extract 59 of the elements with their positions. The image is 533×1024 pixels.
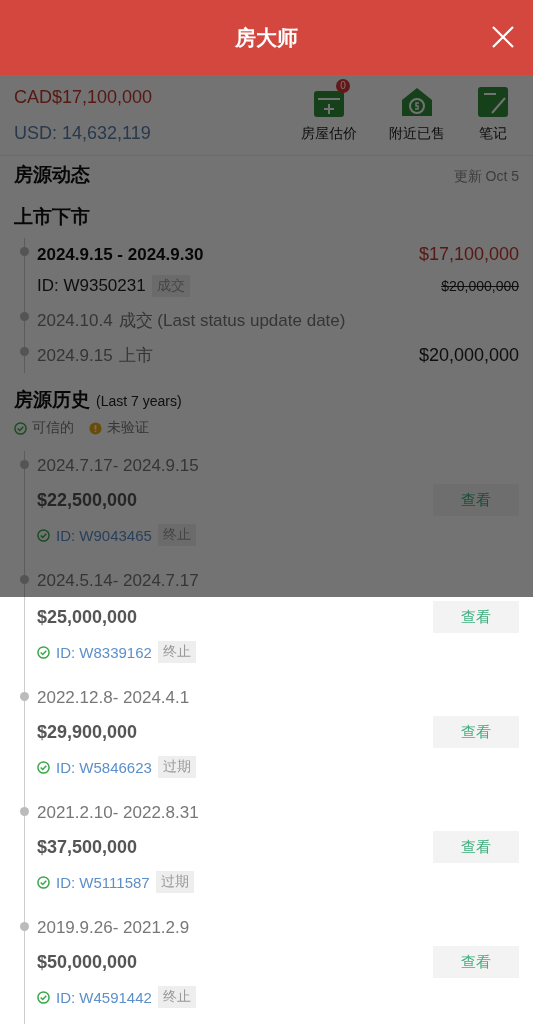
- timeline-dot: [20, 347, 29, 356]
- listing-id-link[interactable]: ID: W5111587: [56, 873, 150, 891]
- timeline-dot: [20, 460, 29, 469]
- status-tag: 过期: [157, 756, 196, 778]
- note-pencil-icon: [476, 85, 510, 119]
- section-title: 房源动态: [14, 163, 90, 187]
- status-tag: 过期: [155, 871, 194, 893]
- house-dollar-icon: [400, 85, 434, 119]
- section-title: 上市下市: [14, 205, 91, 229]
- view-button[interactable]: 查看: [433, 716, 519, 748]
- listing-id-link[interactable]: ID: W8339162: [56, 643, 152, 661]
- listing-id-link[interactable]: ID: W5846623: [56, 758, 152, 776]
- view-button[interactable]: 查看: [433, 946, 519, 978]
- legend-label: 可信的: [32, 419, 74, 437]
- window-title: 房大师: [235, 24, 298, 51]
- view-button[interactable]: 查看: [433, 831, 519, 863]
- listing-price: $50,000,000: [37, 951, 138, 973]
- timeline-dot: [20, 247, 29, 256]
- listing-price: $22,500,000: [37, 489, 138, 511]
- listing-price: $29,900,000: [37, 721, 138, 743]
- action-button[interactable]: 笔记: [467, 79, 519, 155]
- listing-dates: 2019.9.26- 2021.2.9: [37, 918, 191, 938]
- event-text: 成交 (Last status update date): [118, 310, 346, 332]
- action-button[interactable]: 附近已售: [379, 79, 455, 155]
- listing-dates: 2021.2.10- 2022.8.31: [37, 803, 200, 823]
- event-text: 上市: [118, 345, 153, 367]
- listing-price: $37,500,000: [37, 836, 138, 858]
- event-date: 2024.10.4: [37, 310, 113, 331]
- listing-dates: 2024.7.17- 2024.9.15: [37, 456, 200, 476]
- sold-price: $17,100,000: [418, 244, 519, 265]
- section-title: 房源历史: [14, 388, 90, 412]
- status-tag: 终止: [157, 641, 196, 663]
- timeline-dot: [20, 312, 29, 321]
- listing-price: $25,000,000: [37, 606, 138, 628]
- status-tag: 终止: [157, 986, 196, 1008]
- listing-dates: 2022.12.8- 2024.4.1: [37, 688, 191, 708]
- timeline-dot: [20, 807, 29, 816]
- count-badge: 0: [336, 79, 350, 93]
- check-circle-icon: [14, 421, 27, 435]
- price-usd: USD: 14,632,119: [14, 122, 152, 144]
- price-cad: CAD$17,100,000: [14, 86, 153, 108]
- listing-id-link[interactable]: ID: W4591442: [56, 988, 152, 1006]
- close-icon[interactable]: [491, 25, 515, 49]
- timeline-dot: [20, 692, 29, 701]
- view-button[interactable]: 查看: [433, 601, 519, 633]
- original-price: $20,000,000: [441, 278, 519, 294]
- event-price: $20,000,000: [418, 345, 519, 366]
- listing-dates: 2024.9.15 - 2024.9.30: [37, 244, 204, 265]
- timeline-dot: [20, 922, 29, 931]
- section-note: (Last 7 years): [96, 393, 182, 409]
- listing-id: ID: W9350231: [37, 276, 146, 296]
- timeline-dot: [20, 575, 29, 584]
- listing-dates: 2024.5.14- 2024.7.17: [37, 571, 200, 591]
- warning-circle-icon: [89, 421, 102, 435]
- legend-label: 未验证: [107, 419, 149, 437]
- view-button[interactable]: 查看: [433, 484, 519, 516]
- action-button[interactable]: 0 房屋估价: [291, 79, 367, 155]
- event-date: 2024.9.15: [37, 345, 113, 366]
- listing-id-link[interactable]: ID: W9043465: [56, 526, 152, 544]
